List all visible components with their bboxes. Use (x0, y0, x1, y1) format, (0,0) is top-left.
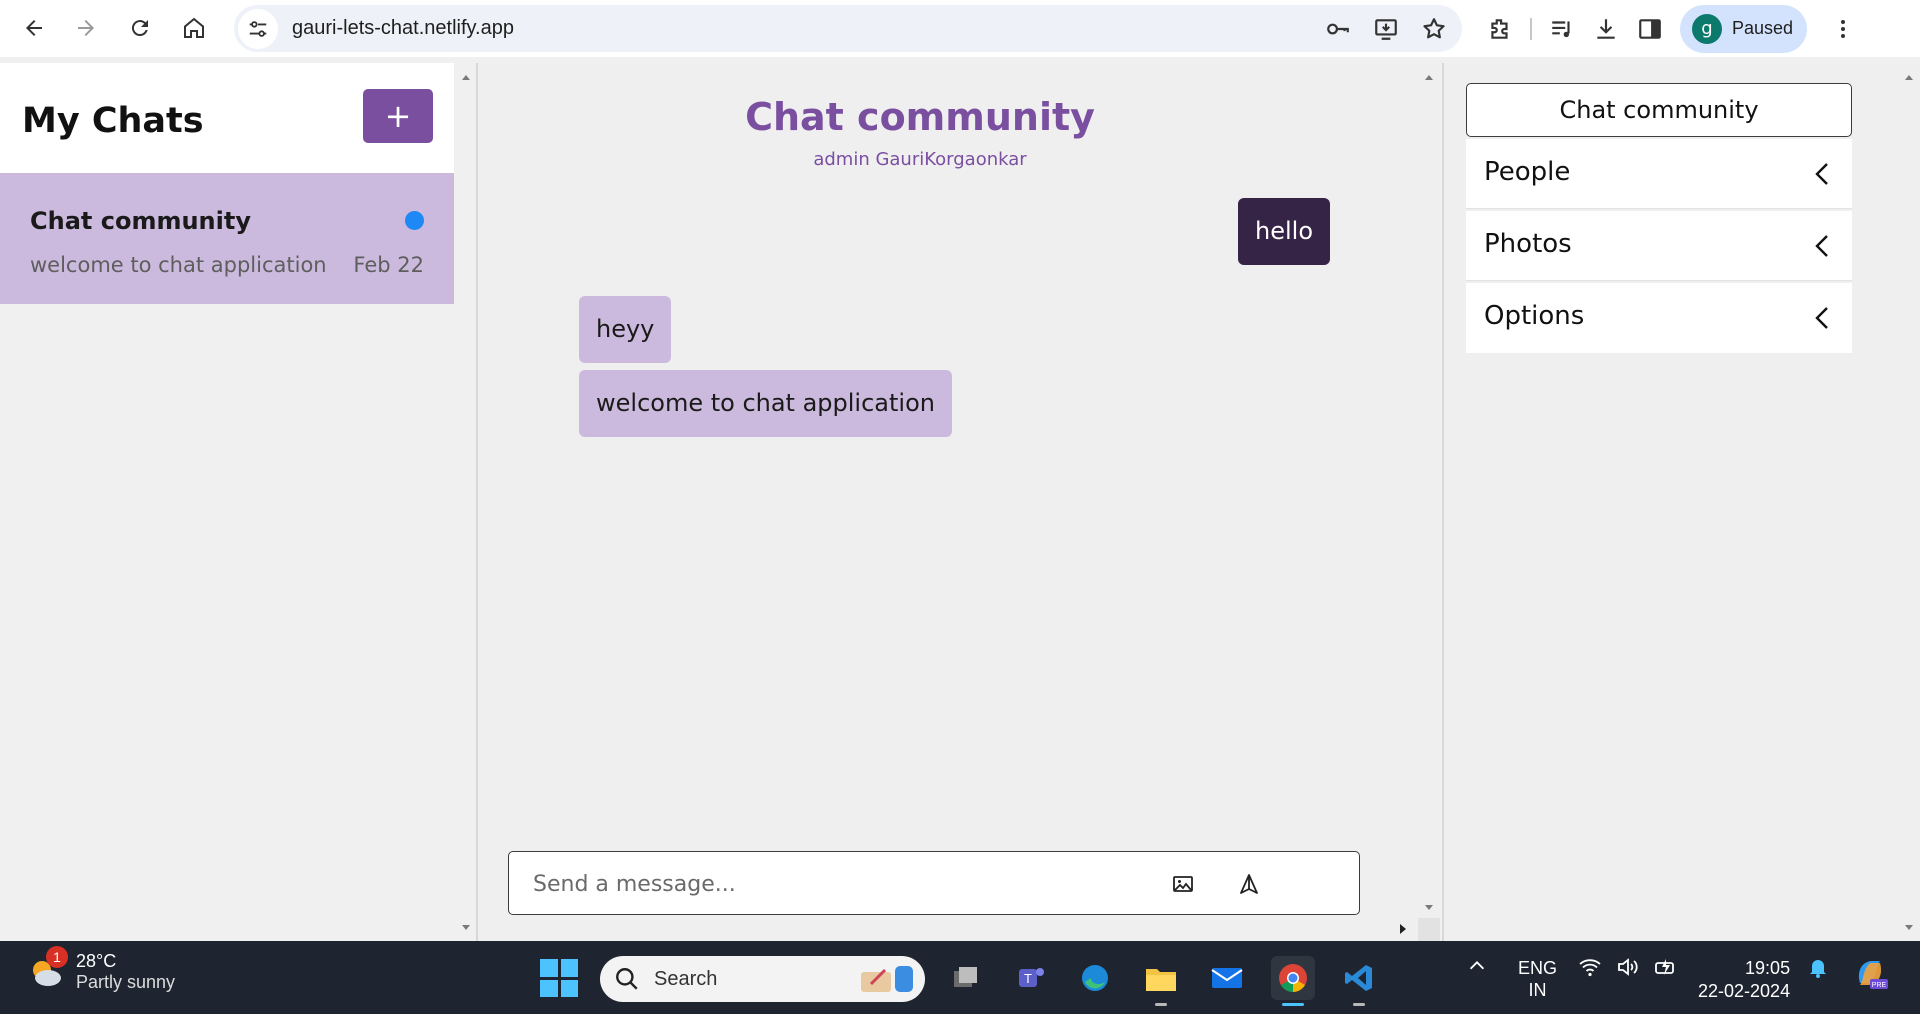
notification-badge: 1 (46, 946, 68, 968)
bookmark-star-icon[interactable] (1416, 11, 1452, 47)
system-clock[interactable]: 19:05 22-02-2024 (1698, 957, 1790, 1003)
chevron-left-icon (1815, 163, 1828, 185)
chevron-up-icon (1469, 961, 1485, 970)
arrow-left-icon (26, 20, 42, 36)
password-key-icon[interactable] (1320, 11, 1356, 47)
profile-button[interactable]: g Paused (1680, 4, 1808, 53)
task-view-icon[interactable] (943, 956, 987, 1000)
windows-taskbar: 1 28°C Partly sunny Search T ENG IN 19:0… (0, 941, 1920, 1014)
address-bar[interactable]: gauri-lets-chat.netlify.app (234, 5, 1462, 52)
message-composer (508, 851, 1360, 915)
copilot-icon[interactable]: PRE (1852, 955, 1888, 991)
new-group-chat-button[interactable]: + (363, 89, 433, 143)
last-message-preview: welcome to chat application (30, 253, 327, 277)
clock-time: 19:05 (1745, 958, 1791, 978)
message-bubble-received: heyy (579, 296, 672, 363)
details-scrollbar[interactable] (1898, 63, 1920, 941)
section-label: People (1484, 157, 1571, 187)
partly-sunny-icon: 1 (26, 946, 68, 992)
photos-section[interactable]: Photos (1466, 211, 1852, 281)
home-icon (184, 17, 204, 38)
chat-name: Chat community (30, 207, 251, 235)
chevron-left-icon (1815, 235, 1828, 257)
profile-status: Paused (1732, 18, 1794, 38)
chat-scrollbar[interactable] (1418, 63, 1440, 941)
volume-icon (1618, 958, 1638, 976)
page-title: My Chats (22, 101, 204, 141)
people-section[interactable]: People (1466, 139, 1852, 209)
image-upload-icon[interactable] (1169, 870, 1197, 898)
search-highlight-icon (861, 966, 913, 992)
media-control-icon[interactable] (1540, 7, 1584, 51)
browser-toolbar: gauri-lets-chat.netlify.app g Paused (0, 0, 1920, 57)
details-title: Chat community (1466, 83, 1852, 137)
battery-charging-icon (1655, 959, 1674, 975)
chats-sidebar: My Chats + Chat community welcome to cha… (0, 63, 454, 941)
wifi-icon (1579, 959, 1601, 977)
language-indicator[interactable]: ENG IN (1518, 957, 1557, 1001)
last-message-date: Feb 22 (353, 253, 424, 277)
install-app-icon[interactable] (1368, 11, 1404, 47)
home-button[interactable] (174, 8, 214, 48)
weather-condition: Partly sunny (76, 972, 176, 992)
reload-icon (131, 20, 148, 37)
sidebar-header: My Chats + (0, 63, 454, 173)
section-label: Photos (1484, 229, 1572, 259)
scroll-right-arrow-icon[interactable] (1398, 922, 1408, 936)
section-label: Options (1484, 301, 1585, 331)
chat-title: Chat community (745, 95, 1095, 139)
toolbar-separator (1530, 17, 1532, 40)
language-code: ENG (1518, 958, 1558, 978)
running-indicator (1353, 1003, 1365, 1006)
browser-menu-icon[interactable] (1821, 7, 1865, 51)
edge-icon[interactable] (1073, 956, 1117, 1000)
side-panel-icon[interactable] (1628, 7, 1672, 51)
arrow-right-icon (78, 20, 94, 36)
message-bubble-received: welcome to chat application (579, 370, 952, 437)
region-code: IN (1528, 980, 1547, 1000)
sidebar-scrollbar[interactable] (454, 63, 478, 941)
downloads-icon[interactable] (1584, 7, 1628, 51)
chevron-left-icon (1815, 307, 1828, 329)
chat-window: Chat community admin GauriKorgaonkar hel… (478, 63, 1440, 941)
file-explorer-icon[interactable] (1139, 956, 1183, 1006)
clock-date: 22-02-2024 (1698, 981, 1791, 1001)
svg-text:PRE: PRE (1872, 982, 1887, 989)
message-input[interactable] (533, 864, 1133, 904)
windows-start-icon[interactable] (540, 959, 578, 997)
site-info-button[interactable] (238, 8, 278, 49)
extensions-icon[interactable] (1478, 7, 1522, 51)
search-label: Search (654, 967, 718, 990)
unread-dot (405, 211, 424, 230)
vscode-icon[interactable] (1337, 956, 1381, 1006)
chat-admin-label: admin GauriKorgaonkar (813, 149, 1027, 170)
system-tray[interactable] (1578, 955, 1678, 979)
weather-widget[interactable]: 1 28°C Partly sunny (26, 946, 176, 993)
running-indicator (1282, 1003, 1304, 1006)
chrome-icon[interactable] (1271, 956, 1315, 1006)
avatar: g (1692, 13, 1722, 44)
mail-icon[interactable] (1205, 956, 1249, 1000)
reload-button[interactable] (120, 8, 160, 48)
options-section[interactable]: Options (1466, 283, 1852, 353)
tune-icon (249, 20, 267, 37)
taskbar-search[interactable]: Search (600, 956, 925, 1002)
temperature: 28°C (76, 951, 117, 971)
notifications-icon[interactable] (1806, 955, 1830, 979)
chat-details-panel: Chat community People Photos Options (1442, 63, 1920, 941)
send-icon[interactable] (1235, 870, 1263, 898)
teams-icon[interactable]: T (1009, 956, 1053, 1000)
search-icon (616, 968, 638, 990)
url-text[interactable]: gauri-lets-chat.netlify.app (292, 17, 514, 40)
back-button[interactable] (14, 8, 54, 48)
running-indicator (1155, 1003, 1167, 1006)
show-hidden-icons[interactable] (1466, 955, 1488, 977)
message-bubble-sent: hello (1238, 198, 1330, 265)
forward-button[interactable] (66, 8, 106, 48)
svg-text:T: T (1024, 971, 1032, 986)
chat-list-item[interactable]: Chat community welcome to chat applicati… (0, 173, 454, 304)
chat-app: My Chats + Chat community welcome to cha… (0, 63, 1920, 941)
